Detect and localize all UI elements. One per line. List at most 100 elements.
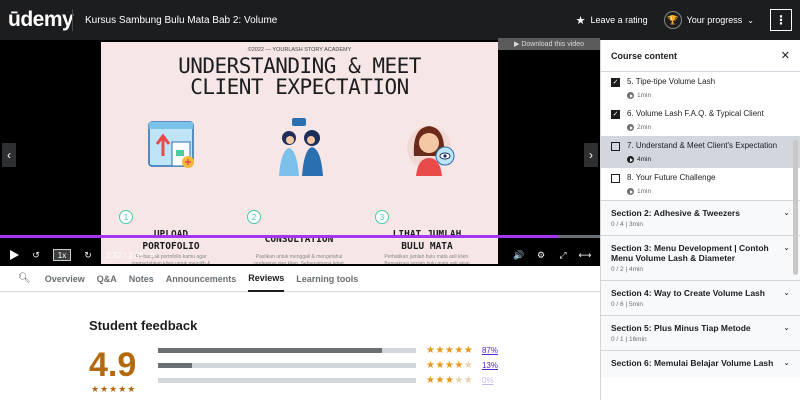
forward-button[interactable]: ↻ — [80, 245, 96, 265]
leave-rating-button[interactable]: ★ Leave a rating — [576, 14, 648, 27]
chevron-down-icon: ⌄ — [783, 288, 790, 297]
lecture-item[interactable]: ✓ 5. Tipe-tipe Volume Lash 1min — [601, 72, 800, 104]
rating-row-5: ★★★★★ 87% — [158, 344, 498, 356]
header-divider — [72, 9, 73, 31]
star-filled-icon: ★ — [444, 344, 455, 356]
lecture-item[interactable]: 8. Your Future Challenge 1min — [601, 168, 800, 200]
tab-overview[interactable]: Overview — [45, 266, 85, 292]
tab-reviews[interactable]: Reviews — [248, 266, 285, 292]
lecture-slide: ©2022 — YOURLASH STORY ACADEMY UNDERSTAN… — [101, 42, 498, 264]
chevron-down-icon: ⌄ — [783, 243, 790, 252]
rating-row-4: ★★★★★ 13% — [158, 359, 498, 371]
video-progress-fill — [0, 235, 558, 238]
rating-percent-link[interactable]: 87% — [482, 346, 498, 355]
section-item[interactable]: Section 6: Memulai Belajar Volume Lash ⌄ — [601, 350, 800, 378]
forward-icon: ↻ — [84, 249, 92, 260]
sidebar-scrollbar[interactable] — [793, 140, 798, 275]
course-title[interactable]: Kursus Sambung Bulu Mata Bab 2: Volume — [85, 15, 576, 26]
star-filled-icon: ★ — [435, 374, 445, 386]
settings-button[interactable]: ⚙ — [530, 245, 552, 265]
section-item[interactable]: Section 2: Adhesive & Tweezers ⌄ 0 / 4 | … — [601, 200, 800, 235]
lecture-title: 8. Your Future Challenge — [627, 173, 716, 182]
star-empty-icon: ★ — [463, 359, 474, 371]
chevron-down-icon: ⌄ — [783, 208, 790, 217]
rating-bar-track — [158, 377, 416, 383]
play-button[interactable] — [0, 245, 28, 265]
rating-percent-link[interactable]: 0% — [482, 376, 494, 385]
rating-row-3: ★★★★★ 0% — [158, 374, 498, 386]
tab-notes[interactable]: Notes — [129, 266, 154, 292]
download-video-button[interactable]: ▶ Download this video — [498, 38, 600, 50]
chevron-down-icon: ⌄ — [783, 323, 790, 332]
play-circle-icon — [627, 124, 634, 131]
trophy-icon: 🏆 — [663, 11, 682, 29]
theater-mode-button[interactable]: ⟷ — [574, 245, 596, 265]
portfolio-illustration-icon — [148, 121, 194, 168]
step-number-2: 2 — [247, 210, 261, 224]
lecture-duration: 2min — [637, 124, 652, 131]
rewind-button[interactable]: ↺ — [28, 245, 44, 265]
volume-icon: 🔊 — [513, 249, 525, 260]
lecture-item-current[interactable]: 7. Understand & Meet Client's Expectatio… — [601, 136, 800, 168]
udemy-logo[interactable]: ūdemy — [0, 8, 74, 32]
star-filled-icon: ★ — [463, 344, 474, 356]
section-meta: 0 / 6 | 5min — [611, 301, 644, 308]
sidebar-title: Course content — [611, 50, 678, 61]
slide-column-lash-count: 3 LIHAT JUMLAH BULU MATA Perhatikan juml… — [367, 104, 487, 264]
tab-announcements[interactable]: Announcements — [166, 266, 237, 292]
gear-icon: ⚙ — [536, 249, 546, 260]
rating-bar-track — [158, 362, 416, 368]
star-empty-icon: ★ — [454, 374, 464, 386]
volume-button[interactable]: 🔊 — [508, 245, 530, 265]
more-options-button[interactable]: ⋮ — [770, 9, 792, 31]
playback-speed-button[interactable]: 1x — [52, 249, 72, 261]
previous-lecture-button[interactable]: ‹ — [2, 143, 16, 167]
chevron-down-icon: ⌄ — [747, 15, 754, 25]
slide-column-consultation: 2 CONSULTATION Pastikan untuk menggali &… — [239, 104, 359, 264]
tab-learning-tools[interactable]: Learning tools — [296, 266, 358, 292]
slide-title-line-2: CLIENT EXPECTATION — [190, 75, 409, 99]
rating-bar-fill — [158, 362, 192, 368]
section-meta: 0 / 4 | 3min — [611, 221, 644, 228]
rating-percent-link[interactable]: 13% — [482, 361, 498, 370]
lecture-checkbox[interactable] — [611, 142, 620, 151]
woman-eye-illustration-icon — [407, 126, 455, 176]
tab-qa[interactable]: Q&A — [97, 266, 117, 292]
search-icon[interactable]: 🔍︎ — [18, 273, 31, 284]
expand-icon: ⤢ — [559, 249, 567, 260]
play-circle-icon — [627, 188, 634, 195]
close-icon[interactable]: ✕ — [781, 49, 790, 62]
slide-copyright: ©2022 — YOURLASH STORY ACADEMY — [247, 47, 352, 53]
lecture-duration: 1min — [637, 92, 652, 99]
consultation-illustration-icon — [279, 118, 323, 176]
section-title: Section 2: Adhesive & Tweezers — [611, 208, 740, 218]
section-title: Section 4: Way to Create Volume Lash — [611, 288, 765, 298]
average-rating-stars: ★★★★★ — [91, 384, 137, 394]
next-lecture-button[interactable]: › — [584, 143, 598, 167]
bookmark-note-icon[interactable]: ≡ — [150, 250, 155, 260]
speed-wrapper: 1x — [44, 245, 80, 265]
section-meta: 0 / 1 | 16min — [611, 336, 647, 343]
lecture-checkbox[interactable]: ✓ — [611, 110, 620, 119]
leave-rating-label: Leave a rating — [590, 15, 648, 25]
your-progress-button[interactable]: 🏆 Your progress ⌄ — [663, 11, 754, 29]
slide-column-upload: 1 UPLOAD PORTOFOLIO Perbanyak portofolio… — [111, 104, 231, 264]
video-time: 2:32 / 3:35 — [106, 250, 144, 260]
step-number-3: 3 — [375, 210, 389, 224]
star-icon: ★ — [575, 14, 586, 27]
rating-bar-fill — [158, 347, 383, 353]
star-filled-icon: ★ — [444, 374, 455, 386]
section-item[interactable]: Section 5: Plus Minus Tiap Metode ⌄ 0 / 1… — [601, 315, 800, 350]
lecture-item[interactable]: ✓ 6. Volume Lash F.A.Q. & Typical Client… — [601, 104, 800, 136]
lecture-checkbox[interactable]: ✓ — [611, 78, 620, 87]
slide-title: UNDERSTANDING & MEET CLIENT EXPECTATION — [101, 56, 498, 98]
lecture-checkbox[interactable] — [611, 174, 620, 183]
fullscreen-button[interactable]: ⤢ — [552, 245, 574, 265]
video-player[interactable]: ©2022 — YOURLASH STORY ACADEMY UNDERSTAN… — [0, 38, 600, 266]
step-number-1: 1 — [119, 210, 133, 224]
section-title: Section 3: Menu Development | Contoh Men… — [611, 243, 769, 263]
course-content-sidebar: Course content ✕ ✓ 5. Tipe-tipe Volume L… — [600, 40, 800, 400]
section-item[interactable]: Section 4: Way to Create Volume Lash ⌄ 0 … — [601, 280, 800, 315]
lecture-title: 7. Understand & Meet Client's Expectatio… — [627, 141, 778, 150]
section-item[interactable]: Section 3: Menu Development | Contoh Men… — [601, 235, 800, 280]
